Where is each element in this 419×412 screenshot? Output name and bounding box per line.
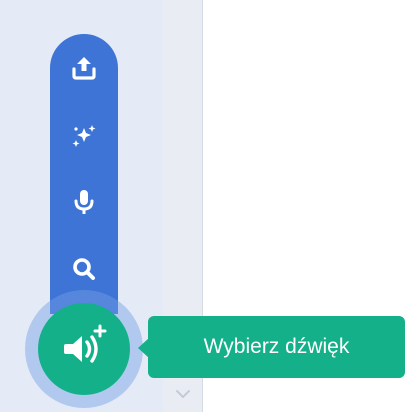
search-sound-button[interactable] bbox=[50, 243, 118, 295]
surprise-sound-button[interactable] bbox=[50, 109, 118, 161]
microphone-icon bbox=[74, 190, 94, 214]
search-icon bbox=[73, 258, 95, 280]
tooltip-label: Wybierz dźwięk bbox=[203, 335, 350, 358]
upload-sound-button[interactable] bbox=[50, 42, 118, 94]
record-sound-button[interactable] bbox=[50, 176, 118, 228]
surprise-sparkle-icon bbox=[72, 125, 96, 147]
choose-sound-button[interactable] bbox=[38, 303, 130, 395]
chevron-down-icon bbox=[171, 384, 195, 404]
upload-icon bbox=[72, 57, 96, 80]
add-sound-icon bbox=[64, 324, 107, 363]
choose-sound-tooltip: Wybierz dźwięk bbox=[148, 316, 405, 378]
